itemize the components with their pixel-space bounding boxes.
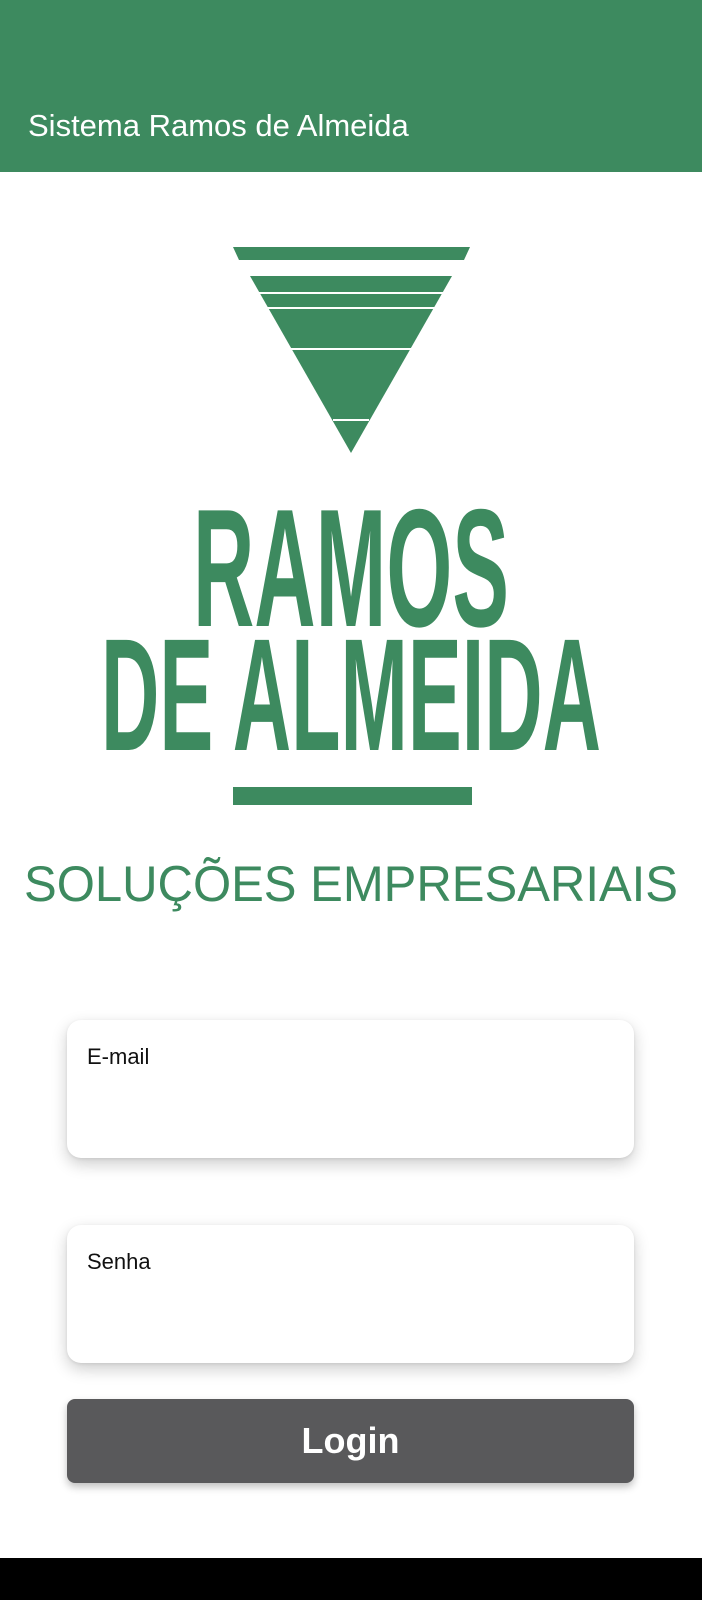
login-button[interactable]: Login — [67, 1399, 634, 1483]
password-label: Senha — [87, 1249, 151, 1274]
logo-tagline: SOLUÇÕES EMPRESARIAIS — [24, 856, 678, 912]
email-input[interactable] — [87, 1082, 614, 1132]
password-field[interactable]: Senha — [67, 1225, 634, 1363]
password-input[interactable] — [87, 1287, 614, 1337]
email-label: E-mail — [87, 1044, 150, 1069]
email-field[interactable]: E-mail — [67, 1020, 634, 1158]
triangle-icon — [233, 247, 470, 453]
company-logo: RAMOS DE ALMEIDA SOLUÇÕES EMPRESARIAIS — [24, 247, 678, 912]
logo-underline — [233, 787, 472, 805]
logo-line2: DE ALMEIDA — [101, 605, 601, 784]
app-bar: Sistema Ramos de Almeida — [0, 0, 702, 172]
system-navigation-bar — [0, 1558, 702, 1600]
app-title: Sistema Ramos de Almeida — [28, 108, 409, 143]
